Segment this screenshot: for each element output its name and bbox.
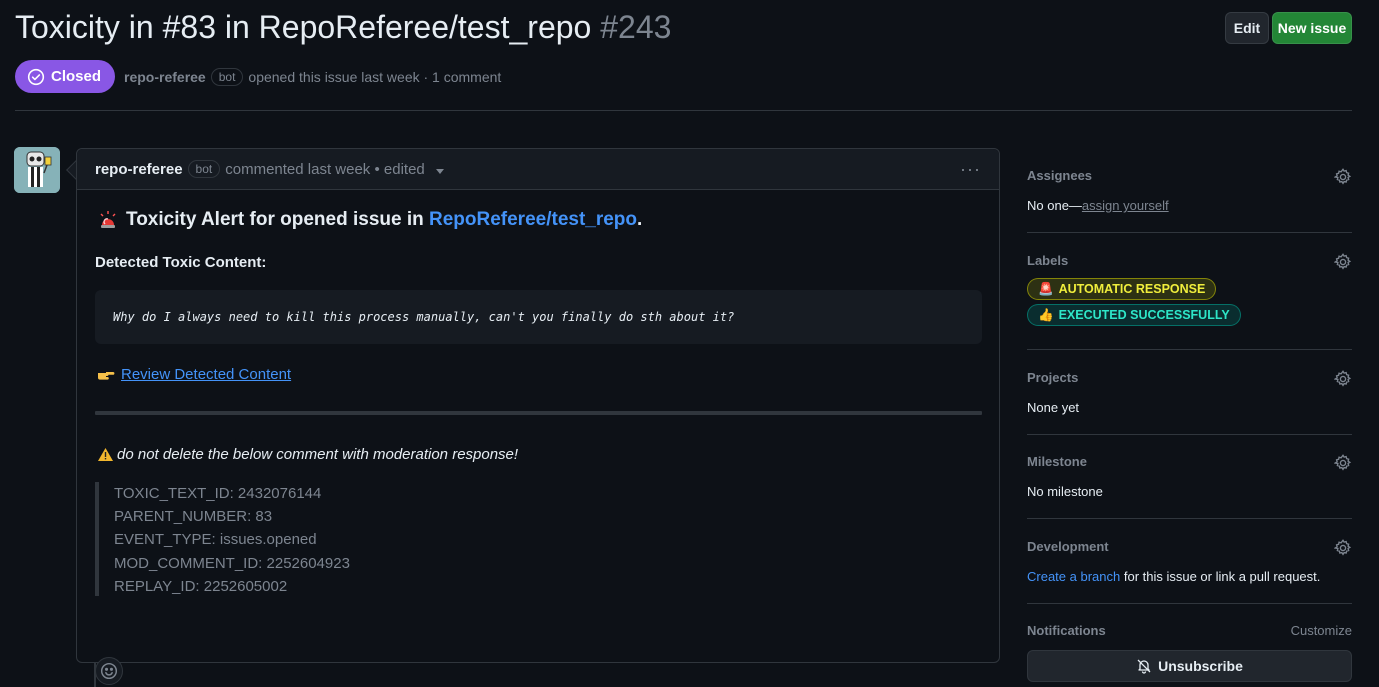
projects-gear-icon[interactable] (1334, 370, 1352, 388)
issue-summary: repo-referee bot opened this issue last … (124, 67, 502, 86)
labels-gear-icon[interactable] (1334, 253, 1352, 271)
issue-title: Toxicity in #83 in RepoReferee/test_repo… (15, 9, 671, 46)
sidebar-divider (1027, 434, 1352, 435)
thumbs-up-icon: 👍 (1038, 307, 1054, 322)
projects-value: None yet (1027, 400, 1080, 415)
label-text: EXECUTED SUCCESSFULLY (1058, 308, 1230, 322)
assignees-section: Assignees No one—assign yourself (1027, 168, 1352, 213)
development-value: Create a branch for this issue or link a… (1027, 569, 1352, 584)
notifications-section: Notifications Customize (1027, 623, 1352, 638)
development-heading[interactable]: Development (1027, 539, 1352, 554)
comment-options-button[interactable]: ··· (960, 160, 981, 178)
comment-bot-badge: bot (187, 160, 221, 178)
warning-icon (98, 448, 113, 461)
assignees-gear-icon[interactable] (1334, 168, 1352, 186)
projects-section: Projects None yet (1027, 370, 1352, 415)
issue-summary-text: opened this issue last week · 1 comment (248, 68, 502, 85)
metadata-line: PARENT_NUMBER: 83 (114, 508, 273, 526)
label-automatic-response[interactable]: 🚨 AUTOMATIC RESPONSE (1027, 278, 1217, 300)
customize-notifications-link[interactable]: Customize (1291, 623, 1352, 638)
assignees-none-text: No one— (1027, 198, 1082, 213)
rotating-light-icon (100, 211, 116, 228)
issue-number: #243 (600, 9, 672, 45)
development-gear-icon[interactable] (1334, 539, 1352, 557)
alert-heading-suffix: . (637, 209, 643, 230)
label-executed-successfully[interactable]: 👍 EXECUTED SUCCESSFULLY (1027, 304, 1241, 326)
toxic-content-text: Why do I always need to kill this proces… (113, 310, 735, 324)
milestone-value: No milestone (1027, 484, 1103, 499)
new-issue-button[interactable]: New issue (1272, 12, 1352, 44)
review-detected-content-link[interactable]: Review Detected Content (121, 366, 291, 383)
comment-meta[interactable]: commented last week • edited (225, 161, 425, 178)
unsubscribe-button[interactable]: Unsubscribe (1027, 650, 1352, 682)
alert-heading-prefix: Toxicity Alert for opened issue in (126, 209, 429, 230)
comment-header: repo-referee bot commented last week • e… (77, 149, 999, 190)
warning-text: do not delete the below comment with mod… (117, 446, 519, 463)
sidebar-divider (1027, 232, 1352, 233)
status-badge: Closed (15, 60, 116, 93)
header-divider (15, 110, 1352, 111)
comment-box: repo-referee bot commented last week • e… (76, 148, 1000, 685)
smiley-icon (100, 662, 118, 680)
comment-author-link[interactable]: repo-referee (95, 161, 183, 178)
edit-history-caret-icon[interactable] (435, 168, 444, 174)
alert-repo-link[interactable]: RepoReferee/test_repo (429, 209, 637, 230)
label-text: AUTOMATIC RESPONSE (1058, 282, 1206, 296)
create-branch-link[interactable]: Create a branch (1027, 569, 1120, 584)
detected-content-label: Detected Toxic Content: (95, 254, 267, 271)
milestone-section: Milestone No milestone (1027, 454, 1352, 499)
check-circle-icon (27, 68, 45, 85)
projects-heading[interactable]: Projects (1027, 370, 1352, 385)
avatar[interactable] (14, 147, 60, 193)
bot-badge: bot (210, 67, 244, 86)
assignees-value: No one—assign yourself (1027, 198, 1352, 213)
add-reaction-button[interactable] (95, 657, 123, 685)
labels-list: 🚨 AUTOMATIC RESPONSE 👍 EXECUTED SUCCESSF… (1027, 278, 1352, 326)
sidebar-divider (1027, 349, 1352, 350)
alert-heading: Toxicity Alert for opened issue in RepoR… (98, 209, 642, 231)
metadata-line: TOXIC_TEXT_ID: 2432076144 (114, 485, 322, 502)
sidebar-divider (1027, 518, 1352, 519)
moderation-metadata: TOXIC_TEXT_ID: 2432076144 PARENT_NUMBER:… (95, 482, 350, 596)
status-label: Closed (51, 68, 102, 85)
metadata-line: EVENT_TYPE: issues.opened (114, 531, 317, 549)
rotating-light-icon: 🚨 (1038, 281, 1054, 296)
milestone-gear-icon[interactable] (1334, 454, 1352, 472)
warning-line: do not delete the below comment with mod… (97, 446, 518, 463)
metadata-line: MOD_COMMENT_ID: 2252604923 (114, 554, 350, 572)
review-line: Review Detected Content (97, 366, 291, 383)
labels-section: Labels 🚨 AUTOMATIC RESPONSE 👍 EXECUTED S… (1027, 253, 1352, 326)
bell-slash-icon (1137, 659, 1151, 674)
robot-referee-icon (14, 147, 60, 193)
development-section: Development Create a branch for this iss… (1027, 539, 1352, 584)
assign-yourself-link[interactable]: assign yourself (1082, 198, 1169, 213)
comment-divider (95, 411, 982, 415)
issue-author-link[interactable]: repo-referee (124, 69, 206, 85)
toxic-content-block: Why do I always need to kill this proces… (95, 290, 982, 344)
labels-heading[interactable]: Labels (1027, 253, 1352, 268)
edit-button[interactable]: Edit (1225, 12, 1269, 44)
sidebar-divider (1027, 603, 1352, 604)
pointing-right-icon (98, 371, 115, 380)
unsubscribe-label: Unsubscribe (1158, 658, 1243, 674)
assignees-heading[interactable]: Assignees (1027, 168, 1352, 183)
development-text: for this issue or link a pull request. (1120, 569, 1321, 584)
issue-title-text: Toxicity in #83 in RepoReferee/test_repo (15, 9, 592, 45)
metadata-line: REPLAY_ID: 2252605002 (114, 577, 288, 595)
issue-meta: Closed repo-referee bot opened this issu… (15, 60, 501, 93)
milestone-heading[interactable]: Milestone (1027, 454, 1352, 469)
